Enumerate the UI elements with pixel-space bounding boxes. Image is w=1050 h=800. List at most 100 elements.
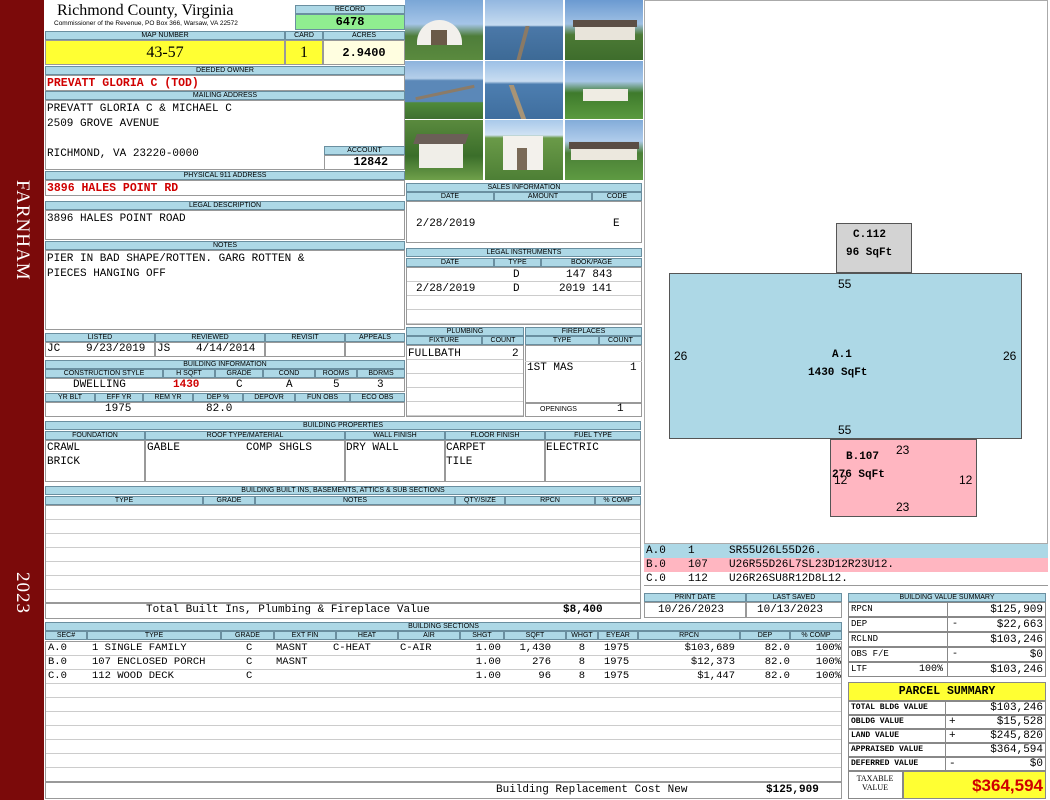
section-cell: 82.0 bbox=[764, 656, 790, 668]
legend-row-a bbox=[644, 544, 1048, 558]
last-saved-date: 10/13/2023 bbox=[757, 604, 824, 616]
parcel-summary-value: $364,594 bbox=[990, 744, 1043, 756]
section-cell: 112 WOOD DECK bbox=[92, 670, 174, 682]
legend-c-desc: U26R26SU8R12D8L12. bbox=[729, 573, 848, 585]
dim-55-bottom: 55 bbox=[838, 423, 852, 437]
fireplaces-count-header: COUNT bbox=[599, 336, 642, 345]
parcel-summary-key: DEFERRED VALUE bbox=[851, 759, 919, 768]
foundation-1: CRAWL bbox=[47, 442, 81, 454]
legend-a-desc: SR55U26L55D26. bbox=[729, 545, 822, 557]
fireplaces-grid bbox=[525, 345, 642, 403]
acres-header: ACRES bbox=[323, 31, 405, 40]
legend-c-code: C.0 bbox=[646, 573, 666, 585]
mail-line-1: PREVATT GLORIA C & MICHAEL C bbox=[47, 103, 232, 115]
physical-address-header: PHYSICAL 911 ADDRESS bbox=[45, 171, 405, 180]
year-label: 2023 bbox=[12, 572, 33, 614]
fireplace-type: 1ST MAS bbox=[527, 362, 574, 374]
notes-line-1: PIER IN BAD SHAPE/ROTTEN. GARG ROTTEN & bbox=[47, 253, 305, 265]
sketch-a-label: A.1 bbox=[832, 349, 852, 361]
bv-summary-value: $125,909 bbox=[990, 604, 1043, 616]
bv-summary-value: $103,246 bbox=[990, 634, 1043, 646]
bv-summary-key: OBS F/E bbox=[851, 649, 889, 659]
property-photo-2 bbox=[485, 0, 563, 60]
builtins-type-header: TYPE bbox=[45, 496, 203, 505]
building-rooms: 5 bbox=[333, 379, 340, 391]
property-photo-4 bbox=[405, 61, 483, 119]
cond-header: COND bbox=[263, 369, 315, 378]
roof-material: COMP SHGLS bbox=[246, 442, 313, 454]
roof-type: GABLE bbox=[147, 442, 181, 454]
floor-header: FLOOR FINISH bbox=[445, 431, 545, 440]
parcel-summary-sep bbox=[945, 716, 946, 728]
section-cell: 8 bbox=[578, 670, 585, 682]
section-col-header: RPCN bbox=[638, 631, 740, 640]
section-cell: C bbox=[246, 656, 253, 668]
section-cell: 1.00 bbox=[475, 656, 501, 668]
bv-summary-sep bbox=[947, 633, 948, 646]
construction-style-header: CONSTRUCTION STYLE bbox=[45, 369, 163, 378]
building-grade: C bbox=[236, 379, 243, 391]
property-photo-5 bbox=[485, 61, 563, 119]
li-book-header: BOOK/PAGE bbox=[541, 258, 642, 267]
bdrms-header: BDRMS bbox=[357, 369, 405, 378]
section-col-header: % COMP bbox=[790, 631, 842, 640]
floor-finish-2: TILE bbox=[446, 456, 473, 468]
li-row2-book: 2019 141 bbox=[559, 283, 612, 295]
li-row2-type: D bbox=[513, 283, 520, 295]
deeded-owner-header: DEEDED OWNER bbox=[45, 66, 405, 75]
reviewed-date: 4/14/2014 bbox=[196, 343, 256, 355]
sketch-c-area: 96 SqFt bbox=[846, 247, 893, 259]
section-cell: 1,430 bbox=[519, 642, 551, 654]
dim-26-right: 26 bbox=[1003, 349, 1017, 363]
section-cell: $103,689 bbox=[684, 642, 735, 654]
section-cell: 1.00 bbox=[475, 670, 501, 682]
section-cell: 1 SINGLE FAMILY bbox=[92, 642, 187, 654]
property-photo-7 bbox=[405, 120, 483, 180]
parcel-summary-row: OBLDG VALUE + $15,528 bbox=[848, 715, 1046, 729]
property-photo-1 bbox=[405, 0, 483, 60]
section-cell: 82.0 bbox=[764, 642, 790, 654]
parcel-summary-key: LAND VALUE bbox=[851, 731, 900, 740]
account-header: ACCOUNT bbox=[324, 146, 405, 155]
sketch-a-area: 1430 SqFt bbox=[808, 367, 868, 379]
bv-summary-key: RCLND bbox=[851, 634, 879, 644]
legend-b-code: B.0 bbox=[646, 559, 666, 571]
bv-summary-sign: - bbox=[952, 619, 959, 630]
parcel-summary-row: DEFERRED VALUE - $0 bbox=[848, 757, 1046, 771]
sales-code-header: CODE bbox=[592, 192, 642, 201]
depovr-header: DEPOVR bbox=[243, 393, 295, 402]
section-cell: 96 bbox=[538, 670, 551, 682]
section-col-header: SEC# bbox=[45, 631, 87, 640]
ecoobs-header: ECO OBS bbox=[350, 393, 405, 402]
section-col-header: SHGT bbox=[460, 631, 504, 640]
section-cell: MASNT bbox=[276, 642, 308, 654]
parcel-summary-title: PARCEL SUMMARY bbox=[848, 682, 1046, 701]
section-col-header: TYPE bbox=[87, 631, 221, 640]
legend-a-code: A.0 bbox=[646, 545, 666, 557]
acres-value: 2.9400 bbox=[323, 40, 405, 65]
section-cell: 100% bbox=[815, 642, 841, 654]
property-photo-6 bbox=[565, 61, 643, 119]
print-date-header: PRINT DATE bbox=[644, 593, 746, 602]
hsqft-header: H SQFT bbox=[163, 369, 215, 378]
parcel-summary-sep bbox=[945, 702, 946, 714]
rooms-header: ROOMS bbox=[315, 369, 357, 378]
section-cell: 1975 bbox=[604, 656, 630, 668]
construction-style: DWELLING bbox=[73, 379, 126, 391]
sales-header: SALES INFORMATION bbox=[406, 183, 642, 192]
builtins-grade-header: GRADE bbox=[203, 496, 255, 505]
builtins-qty-header: QTY/SIZE bbox=[455, 496, 505, 505]
side-band bbox=[0, 0, 44, 800]
parcel-summary-sep bbox=[945, 730, 946, 742]
revisit-header: REVISIT bbox=[265, 333, 345, 342]
section-cell: 107 ENCLOSED PORCH bbox=[92, 656, 206, 668]
section-cell: 1975 bbox=[604, 670, 630, 682]
legend-b-num: 107 bbox=[688, 559, 708, 571]
section-cell: C-AIR bbox=[400, 642, 432, 654]
county-title: Richmond County, Virginia bbox=[57, 2, 234, 19]
remyr-header: REM YR bbox=[143, 393, 193, 402]
taxable-value: $364,594 bbox=[903, 771, 1046, 799]
bv-summary-value: $103,246 bbox=[990, 664, 1043, 676]
builtins-grid bbox=[45, 505, 641, 603]
physical-address: 3896 HALES POINT RD bbox=[45, 180, 405, 196]
